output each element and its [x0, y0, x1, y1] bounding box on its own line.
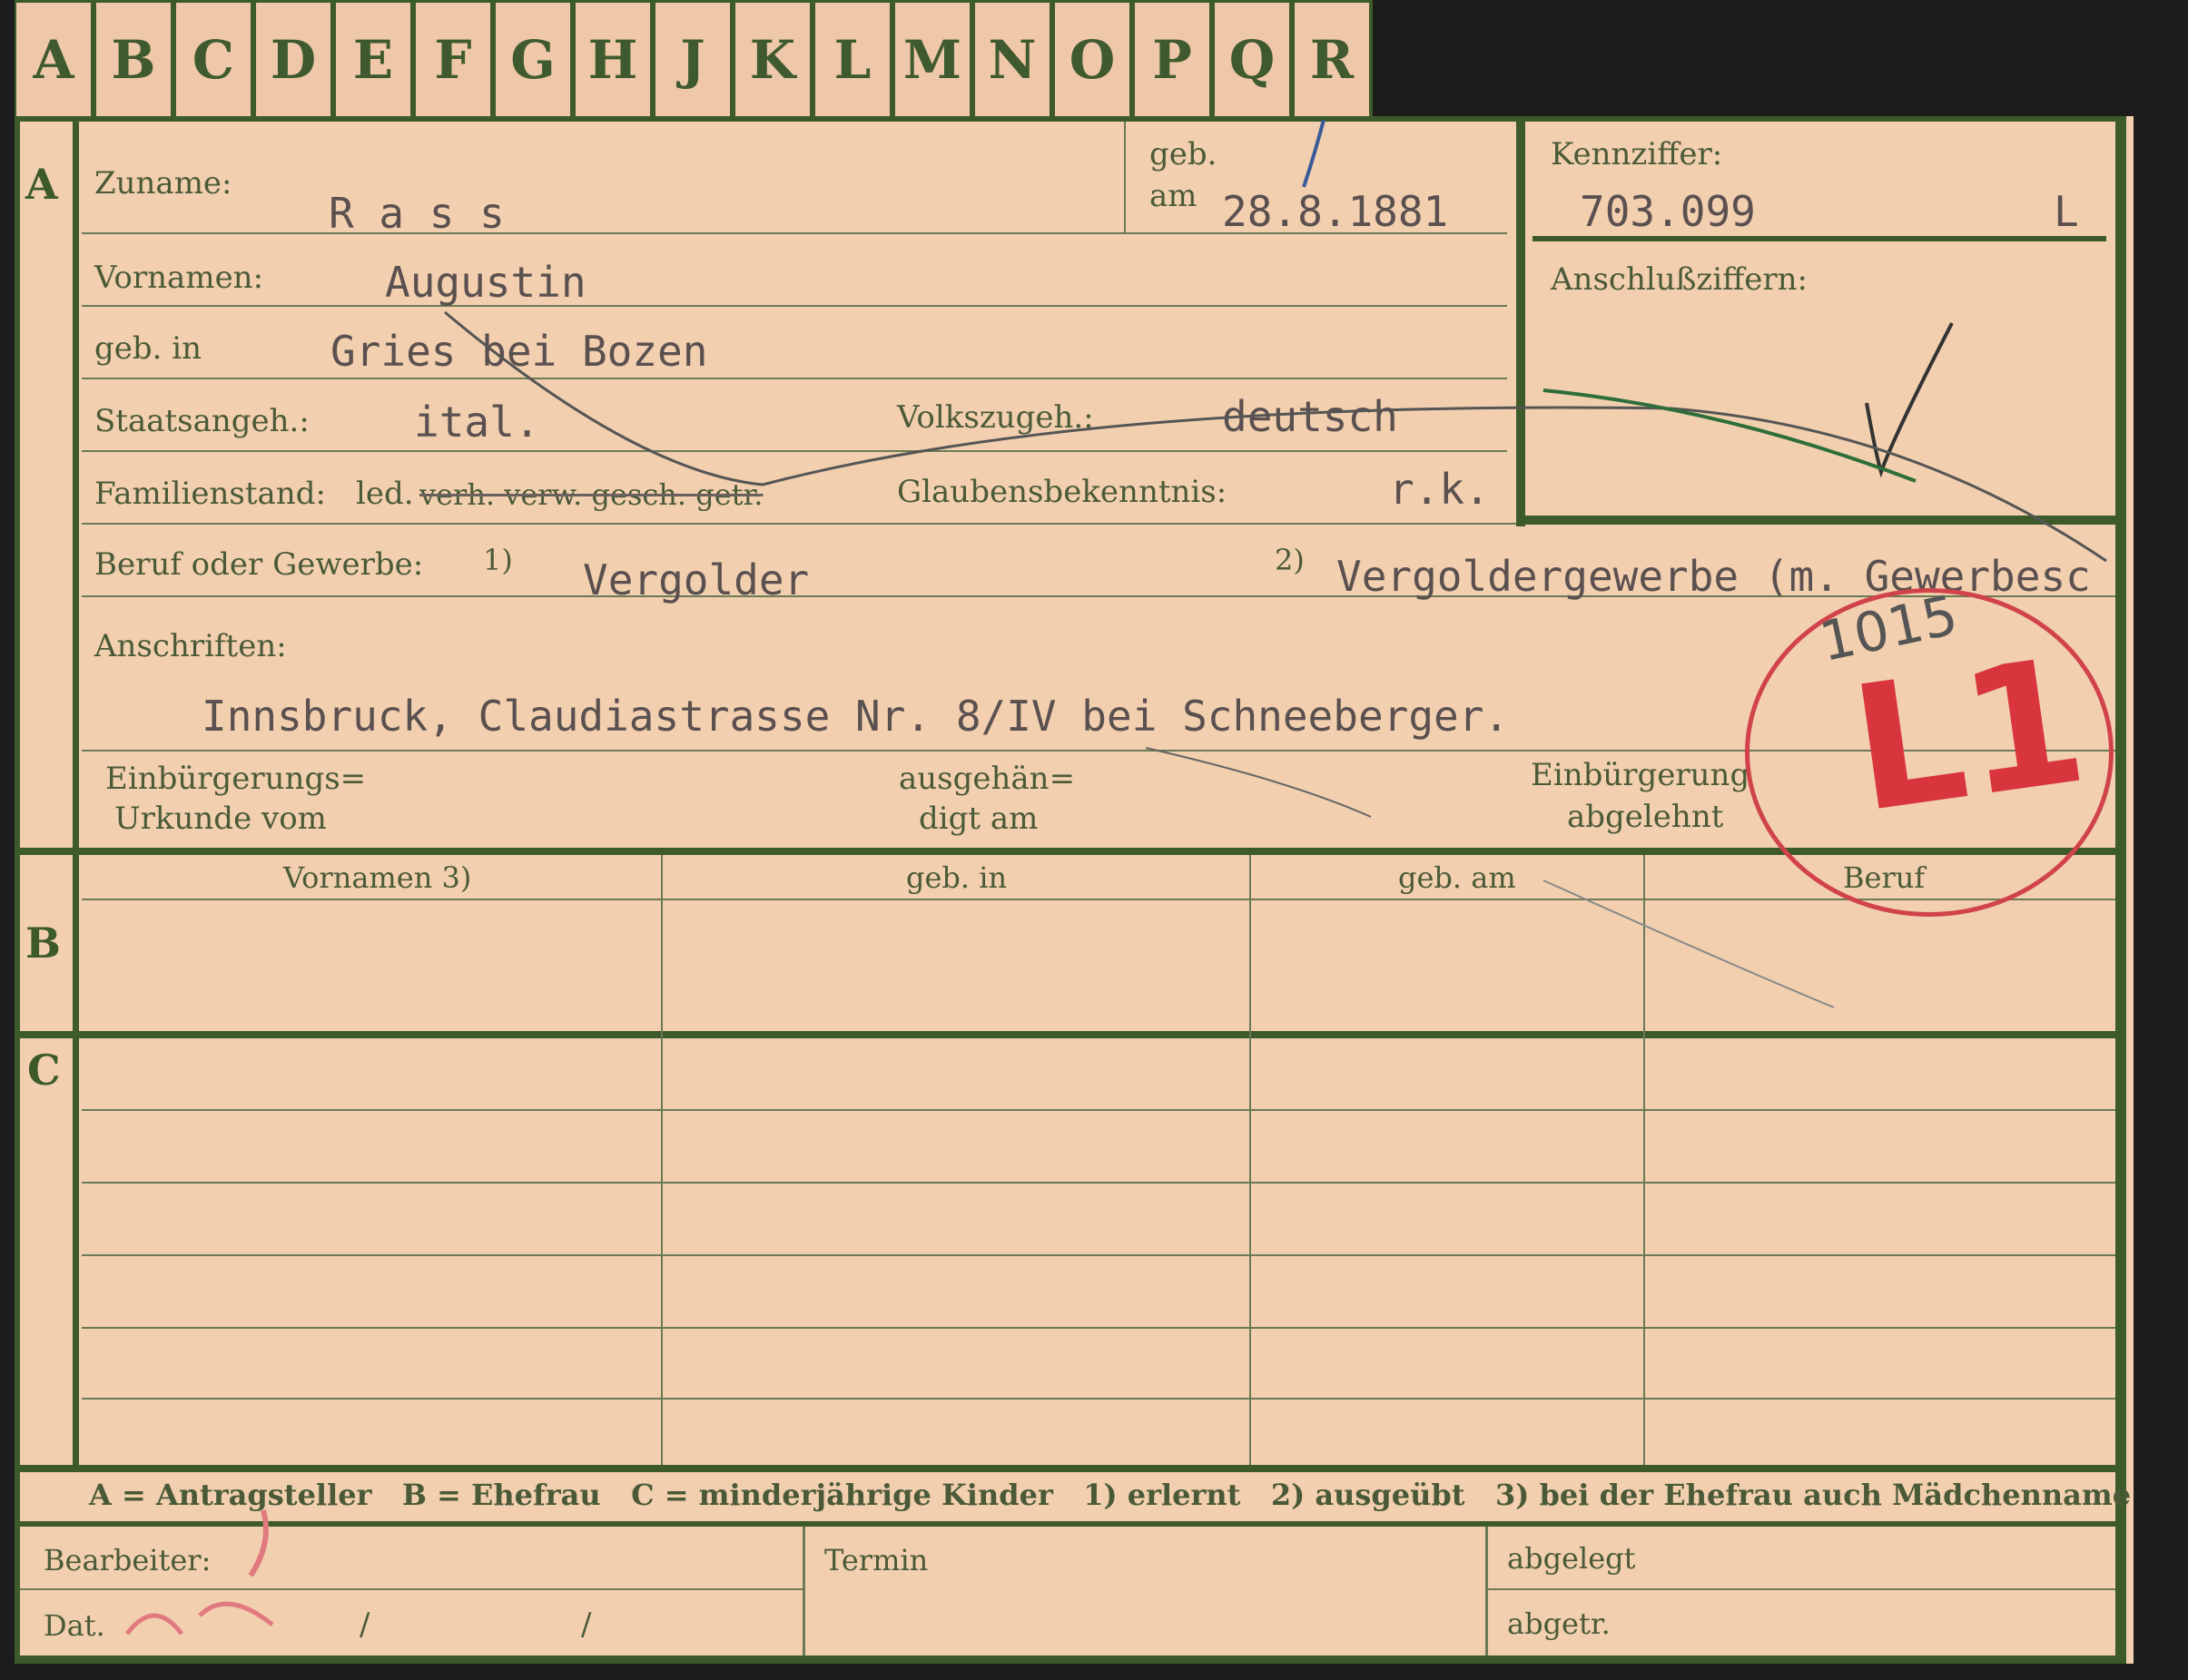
pencil-lower-stroke-2 — [1542, 879, 1835, 1008]
bearbeiter-red-initial — [248, 1509, 269, 1577]
blue-check-stroke — [1302, 119, 1326, 188]
stamp-text: L1 — [1840, 620, 2097, 851]
pencil-lower-stroke — [1145, 747, 1372, 818]
dat-red-scribble — [125, 1601, 274, 1636]
pencil-diagonal — [444, 310, 2107, 563]
green-diagonal — [1542, 388, 1917, 483]
